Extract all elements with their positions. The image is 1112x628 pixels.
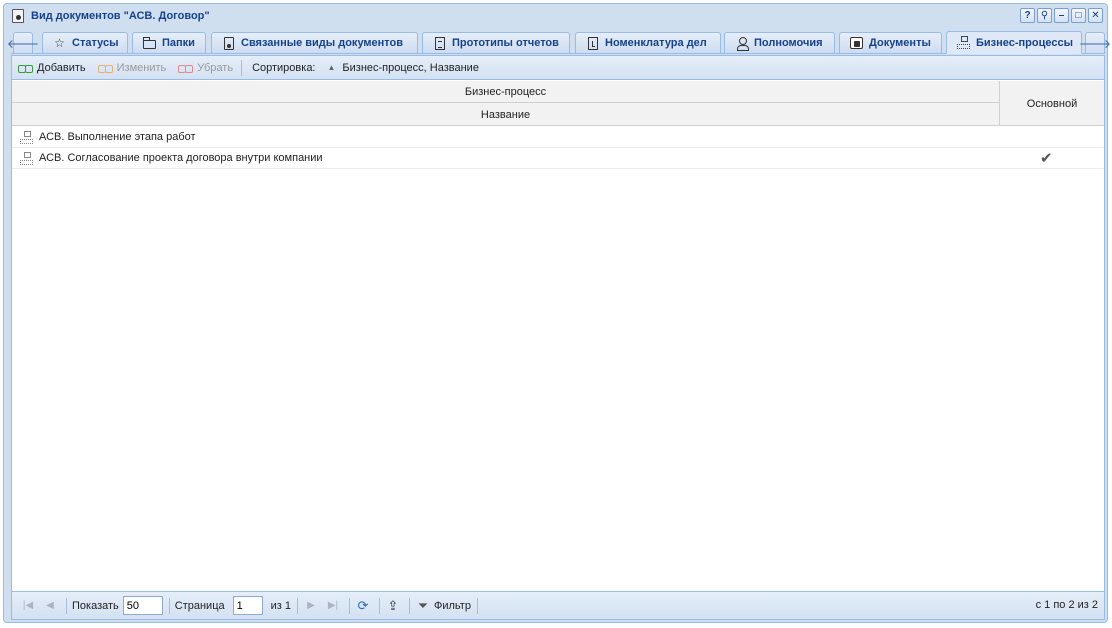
tab-label: Документы [869,37,931,49]
pager-separator [349,597,350,614]
help-icon[interactable]: ? [1020,8,1035,23]
column-group-business-process[interactable]: Бизнес-процесс [12,81,1000,103]
next-page-icon[interactable]: ▶ [303,598,319,614]
edit-button[interactable]: Изменить [97,61,167,74]
first-page-icon[interactable]: |◀ [20,598,36,614]
tab-business-processes[interactable]: Бизнес-процессы [946,31,1082,54]
refresh-icon[interactable]: ⟳ [355,598,371,614]
tab-related-document-types[interactable]: Связанные виды документов [211,32,418,53]
close-icon[interactable]: ✕ [1088,8,1103,23]
pager-separator [379,597,380,614]
sort-value: Бизнес-процесс, Название [342,61,479,74]
window-tools: ? ⚲ – □ ✕ [1020,8,1103,23]
show-label: Показать [72,599,119,612]
table-row[interactable]: АСВ. Выполнение этапа работ [12,127,1104,148]
add-button[interactable]: Добавить [18,62,86,74]
funnel-icon: ⏷ [417,597,429,613]
doc-settings-icon [222,36,235,50]
prev-page-icon[interactable]: ◀ [42,598,58,614]
tab-label: Полномочия [754,37,823,49]
tab-statuses[interactable]: ☆ Статусы [42,32,128,53]
window-title: Вид документов "АСВ. Договор" [31,10,210,22]
tab-strip: 🡐 ☆ Статусы Папки Связанные виды докумен… [7,30,1111,54]
tab-permissions[interactable]: Полномочия [724,32,835,53]
pager-separator [476,597,478,614]
process-icon [20,130,33,144]
filter-label: Фильтр [434,599,471,612]
business-processes-panel: Добавить Изменить Убрать Сортировка: ▲ Б… [11,55,1105,620]
tab-label: Связанные виды документов [241,37,404,49]
window-titlebar: Вид документов "АСВ. Договор" ? ⚲ – □ ✕ [4,4,1107,28]
binoculars-icon[interactable]: ⚲ [1037,8,1052,23]
link-remove-icon [178,64,194,73]
paging-summary: с 1 по 2 из 2 [1035,599,1098,611]
tab-folders[interactable]: Папки [132,32,206,53]
page-total-label: из 1 [270,599,291,612]
document-type-window: Вид документов "АСВ. Договор" ? ⚲ – □ ✕ … [3,3,1111,623]
pager-separator [297,597,298,614]
page-size-input[interactable] [122,596,163,615]
column-header-name[interactable]: Название [12,103,1000,126]
grid-body: АСВ. Выполнение этапа работ АСВ. Согласо… [12,127,1104,169]
page-number-input[interactable] [232,596,263,615]
sort-button[interactable]: ▲ Бизнес-процесс, Название [328,62,479,74]
person-icon [735,36,749,51]
pager-separator [66,597,67,614]
star-icon: ☆ [54,36,65,50]
last-page-icon[interactable]: ▶| [325,598,341,614]
paging-toolbar: |◀ ◀ Показать Страница из 1 ▶ ▶| ⟳ ⇪ ⏷ Ф… [12,591,1104,619]
tab-label: Бизнес-процессы [976,36,1073,49]
filter-button[interactable]: ⏷ Фильтр [415,598,475,614]
tab-documents[interactable]: Документы [839,32,942,53]
tab-scroll-left-icon[interactable]: 🡐 [7,32,39,53]
toolbar-separator [241,59,243,76]
document-settings-icon [12,9,24,23]
maximize-icon[interactable]: □ [1071,8,1086,23]
checkmark-icon: ✔ [1040,150,1053,167]
column-header-main[interactable]: Основной [1000,81,1104,126]
tab-label: Номенклатура дел [605,37,707,49]
nomenclature-icon [586,36,599,50]
process-name: АСВ. Выполнение этапа работ [39,131,196,143]
edit-label: Изменить [116,61,167,74]
remove-button[interactable]: Убрать [178,62,233,74]
tab-nomenclature[interactable]: Номенклатура дел [575,32,721,53]
folder-icon [143,36,156,50]
remove-label: Убрать [197,61,234,74]
tab-report-prototypes[interactable]: Прототипы отчетов [422,32,570,53]
link-add-icon [18,64,33,73]
process-icon [957,36,970,49]
process-icon [20,151,33,165]
export-icon[interactable]: ⇪ [385,598,401,614]
tab-label: Прототипы отчетов [452,37,559,49]
minimize-icon[interactable]: – [1054,8,1069,23]
process-name: АСВ. Согласование проекта договора внутр… [39,152,323,164]
toolbar: Добавить Изменить Убрать Сортировка: ▲ Б… [12,56,1104,80]
add-label: Добавить [37,61,86,74]
documents-icon [850,37,863,50]
tab-label: Статусы [72,37,119,49]
tab-label: Папки [162,37,195,49]
grid-header: Бизнес-процесс Название Основной [12,81,1104,126]
sort-ascending-icon: ▲ [327,63,336,72]
pager-separator [168,597,170,614]
report-icon [433,36,446,50]
link-edit-icon [97,64,113,73]
page-label: Страница [174,599,225,612]
tab-scroll-right-icon[interactable]: 🡒 [1079,32,1111,53]
sort-label: Сортировка: [252,61,316,74]
table-row[interactable]: АСВ. Согласование проекта договора внутр… [12,148,1104,169]
pager-separator [409,597,410,614]
